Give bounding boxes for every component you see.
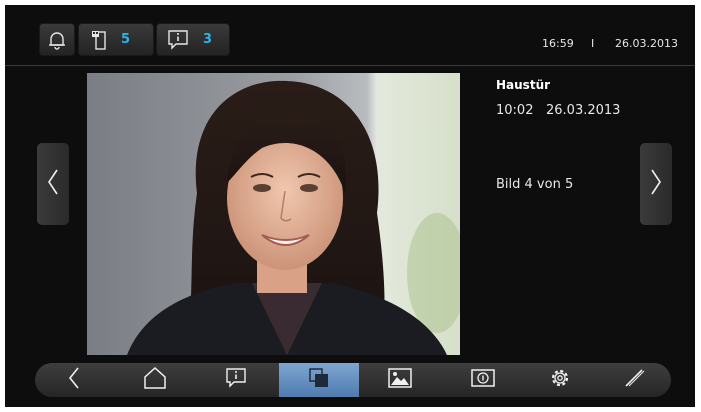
image-time: 10:02 xyxy=(496,103,534,118)
image-location: Haustür xyxy=(496,78,551,92)
message-icon xyxy=(167,29,189,51)
chevron-left-icon xyxy=(46,167,60,201)
edit-icon xyxy=(622,366,646,394)
messages-toolbar-button[interactable] xyxy=(197,363,275,397)
bell-button[interactable] xyxy=(39,23,75,56)
info-icon xyxy=(471,369,495,391)
status-bar: 5 3 16:59 I 26.03.2013 xyxy=(5,5,695,65)
previous-image-button[interactable] xyxy=(37,143,69,225)
image-toolbar-button[interactable] xyxy=(361,363,439,397)
home-icon xyxy=(143,366,167,394)
message-icon xyxy=(225,367,247,393)
back-icon xyxy=(67,365,81,395)
next-image-button[interactable] xyxy=(640,143,672,225)
home-button[interactable] xyxy=(115,363,195,397)
settings-toolbar-button[interactable] xyxy=(525,363,595,397)
info-toolbar-button[interactable] xyxy=(443,363,523,397)
doorbell-photo xyxy=(87,73,460,355)
settings-icon xyxy=(548,366,572,394)
image-counter: Bild 4 von 5 xyxy=(496,177,574,192)
notifications-button[interactable]: 5 xyxy=(78,23,154,56)
status-bar-divider xyxy=(5,65,695,66)
image-date: 26.03.2013 xyxy=(546,103,621,118)
chevron-right-icon xyxy=(649,167,663,201)
bell-icon xyxy=(47,30,67,50)
gallery-icon xyxy=(308,367,330,393)
bottom-toolbar xyxy=(35,363,671,397)
intercom-screen: 5 3 16:59 I 26.03.2013 Haustür 10:02 26.… xyxy=(5,5,695,407)
message-count: 3 xyxy=(203,32,213,47)
time-date-separator: I xyxy=(591,37,595,50)
messages-button[interactable]: 3 xyxy=(156,23,230,56)
gallery-button[interactable] xyxy=(279,363,359,397)
image-icon xyxy=(388,368,412,392)
door-intercom-icon xyxy=(89,29,109,51)
back-button[interactable] xyxy=(35,363,113,397)
current-time: 16:59 xyxy=(542,37,574,50)
current-date: 26.03.2013 xyxy=(615,37,678,50)
notification-count: 5 xyxy=(121,32,131,47)
edit-toolbar-button[interactable] xyxy=(597,363,671,397)
